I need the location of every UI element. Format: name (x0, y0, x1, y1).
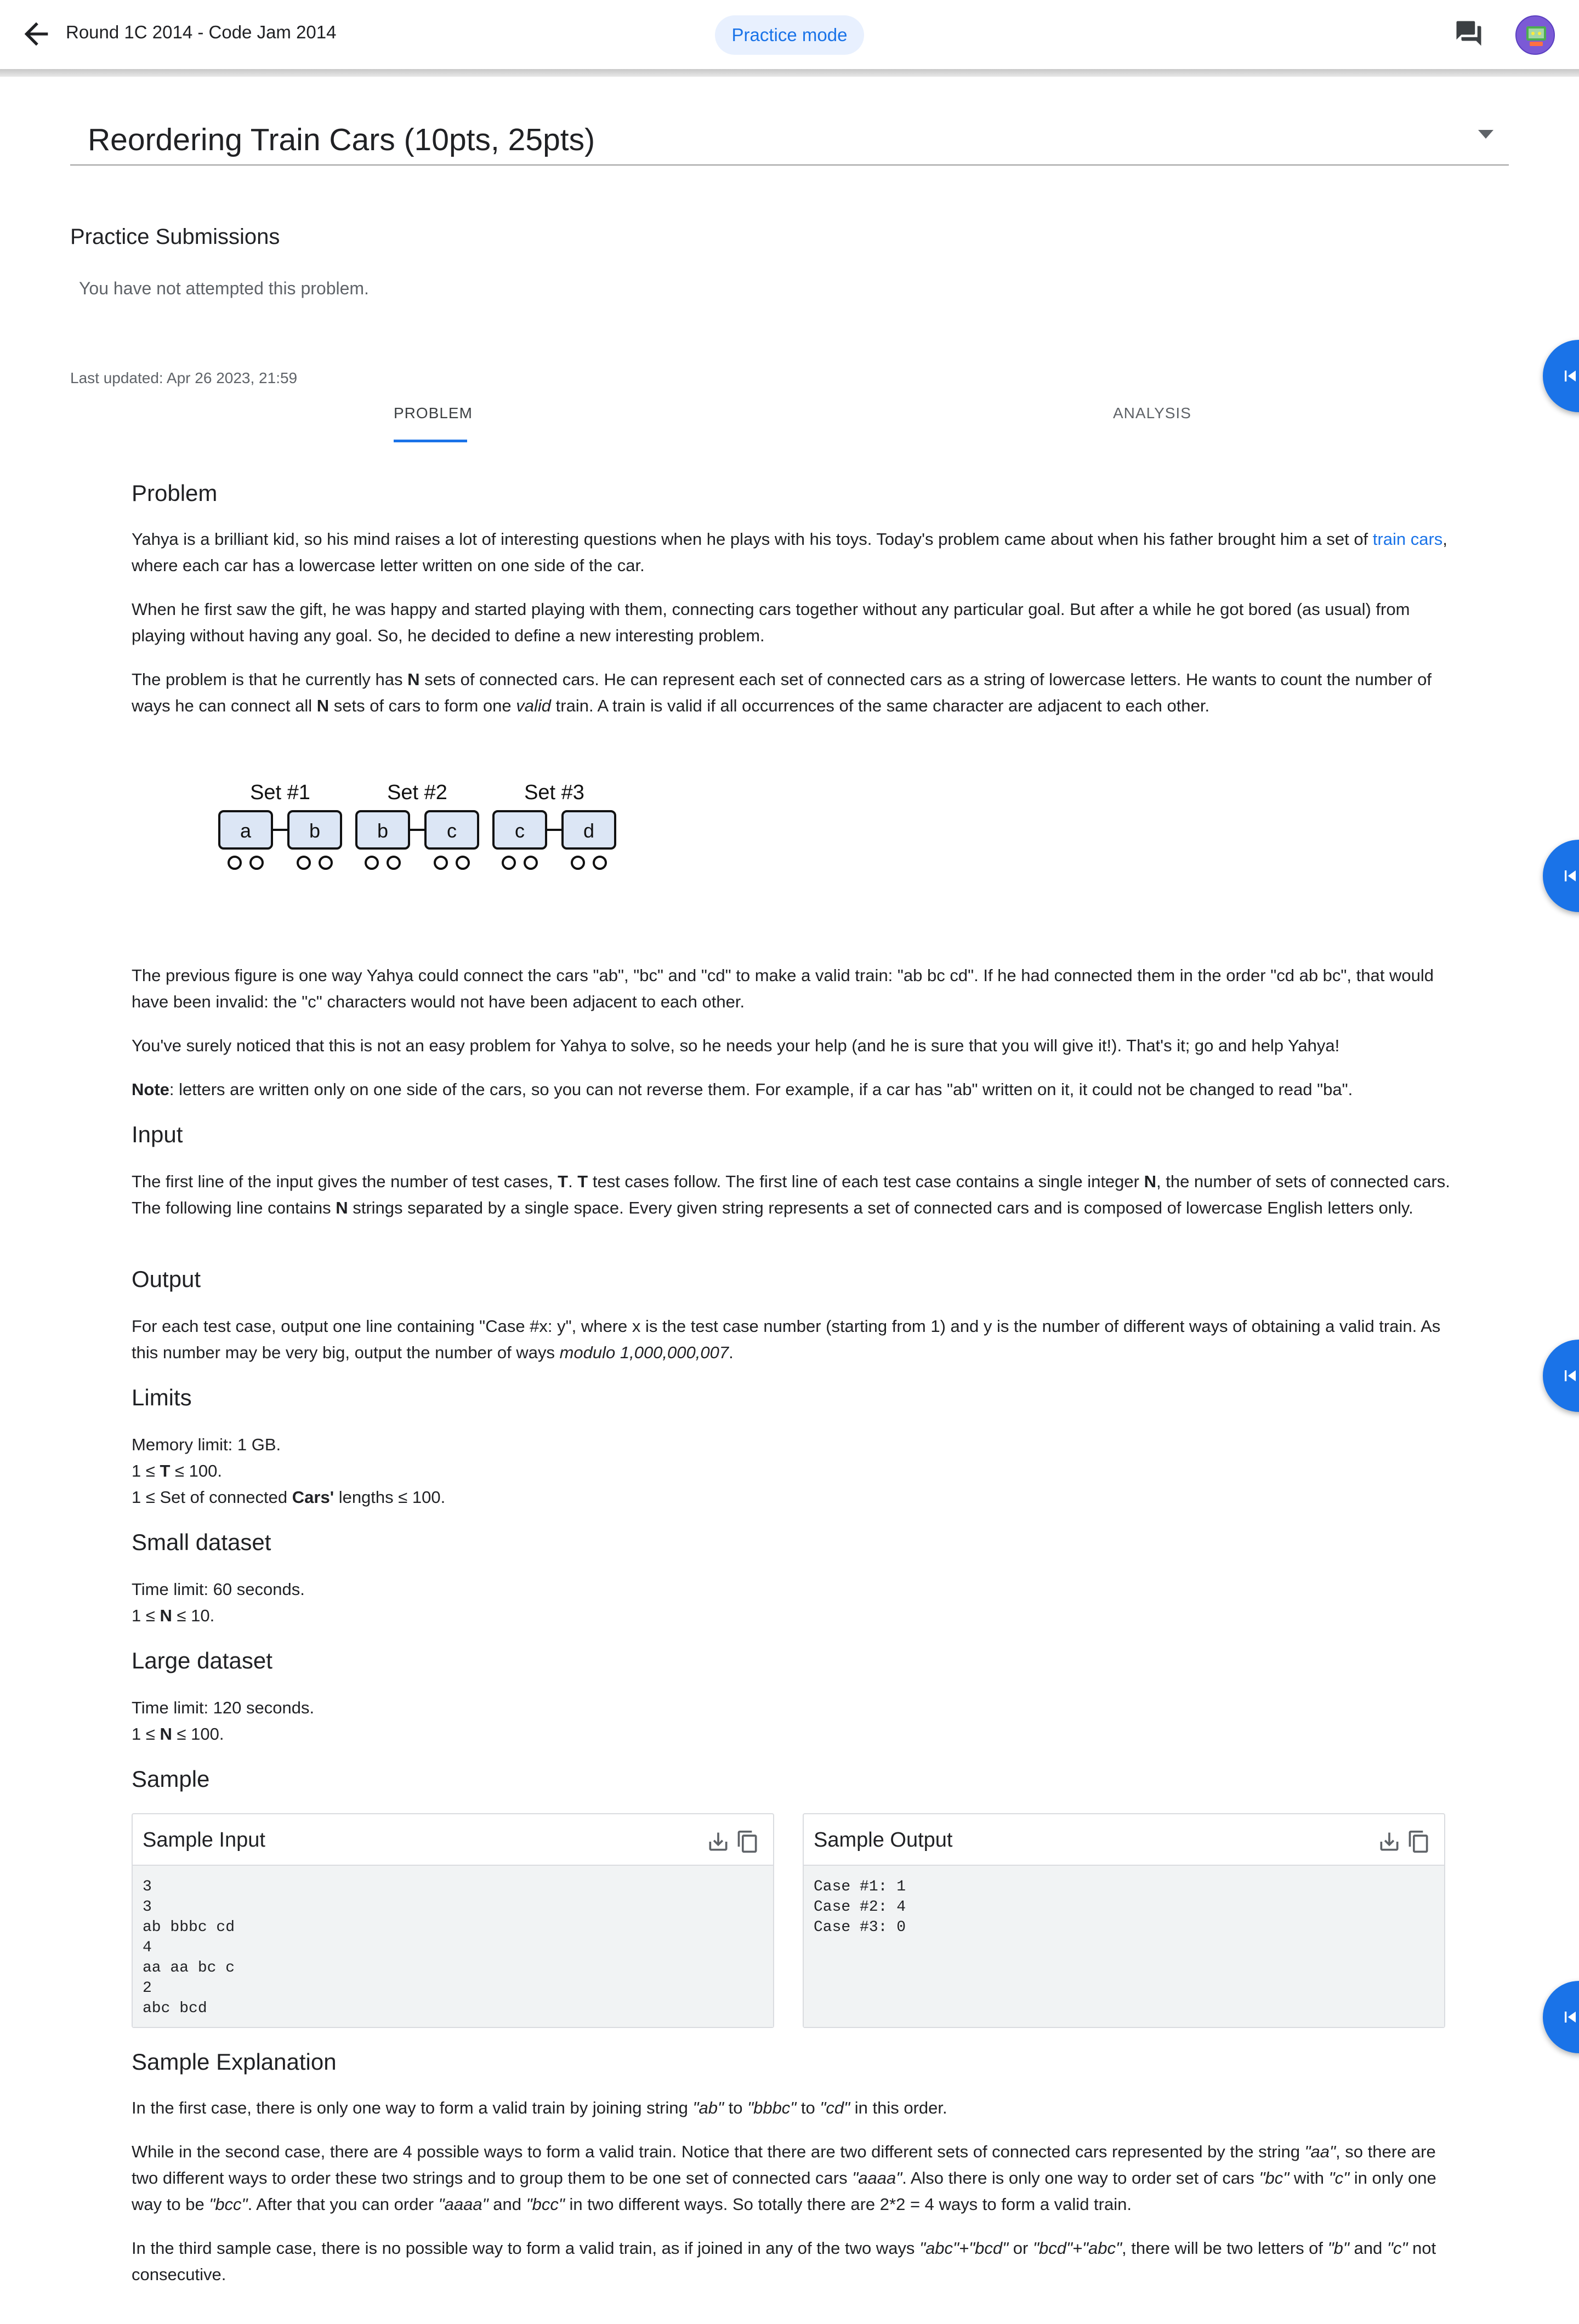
small-dataset-heading: Small dataset (132, 1529, 271, 1555)
sample-heading: Sample (132, 1766, 210, 1792)
sample-input-title: Sample Input (143, 1829, 265, 1852)
train-car: c (424, 810, 479, 870)
side-nav-button-4[interactable] (1543, 1981, 1579, 2053)
explanation-case-1: In the first case, there is only one way… (132, 2098, 947, 2117)
explanation-case-2: While in the second case, there are 4 po… (132, 2142, 1436, 2214)
input-paragraph: The first line of the input gives the nu… (132, 1172, 1450, 1217)
submissions-title: Practice Submissions (70, 225, 280, 249)
output-paragraph: For each test case, output one line cont… (132, 1317, 1441, 1362)
train-car: b (287, 810, 342, 870)
sample-output-title: Sample Output (814, 1829, 953, 1852)
sample-output-header: Sample Output (804, 1814, 1444, 1866)
problem-paragraph-1: Yahya is a brilliant kid, so his mind ra… (132, 529, 1447, 575)
wheel (249, 856, 264, 870)
car-letter: c (515, 819, 525, 842)
sample-input-body: 3 3 ab bbbc cd 4 aa aa bc c 2 abc bcd (133, 1866, 773, 2027)
sample-input-text[interactable]: 3 3 ab bbbc cd 4 aa aa bc c 2 abc bcd (143, 1877, 235, 2019)
train-cars-link[interactable]: train cars (1373, 529, 1442, 549)
download-icon[interactable] (706, 1830, 730, 1854)
side-nav-button-1[interactable] (1543, 340, 1579, 412)
limits-t: 1 ≤ T ≤ 100. (132, 1461, 222, 1480)
train-car: c (492, 810, 547, 870)
sample-input-box: Sample Input 3 3 ab bbbc cd 4 aa aa bc c… (132, 1813, 774, 2028)
wheel (434, 856, 448, 870)
wheel (502, 856, 516, 870)
train-car: a (218, 810, 273, 870)
car-letter: c (447, 819, 457, 842)
wheel (365, 856, 379, 870)
sample-explanation-heading: Sample Explanation (132, 2049, 337, 2075)
small-time-limit: Time limit: 60 seconds. (132, 1580, 305, 1599)
skip-previous-icon (1565, 1370, 1576, 1381)
breadcrumb[interactable]: Round 1C 2014 - Code Jam 2014 (66, 22, 337, 43)
train-car: d (561, 810, 616, 870)
dropdown-arrow-icon[interactable] (1478, 129, 1493, 139)
last-updated: Last updated: Apr 26 2023, 21:59 (70, 369, 298, 386)
sample-input-header: Sample Input (133, 1814, 773, 1866)
output-heading: Output (132, 1266, 201, 1292)
car-letter: b (309, 819, 320, 842)
large-time-limit: Time limit: 120 seconds. (132, 1698, 315, 1717)
download-icon[interactable] (1377, 1830, 1401, 1854)
skip-previous-icon (1565, 870, 1576, 881)
back-button[interactable] (19, 16, 54, 52)
wheel (524, 856, 538, 870)
explanation-case-3: In the third sample case, there is no po… (132, 2238, 1436, 2284)
side-nav-button-2[interactable] (1543, 840, 1579, 912)
train-car: b (355, 810, 410, 870)
submissions-note: You have not attempted this problem. (79, 278, 369, 298)
select-underline (70, 164, 1509, 166)
wheel (456, 856, 470, 870)
car-letter: d (583, 819, 594, 842)
app-bar-shadow (0, 69, 1579, 77)
problem-paragraph-4: The previous figure is one way Yahya cou… (132, 966, 1434, 1011)
large-dataset-heading: Large dataset (132, 1648, 272, 1673)
top-app-bar: Round 1C 2014 - Code Jam 2014 Practice m… (0, 0, 1579, 69)
problem-note: Note: letters are written only on one si… (132, 1080, 1353, 1099)
wheel (319, 856, 333, 870)
sample-output-box: Sample Output Case #1: 1 Case #2: 4 Case… (803, 1813, 1445, 2028)
wheel (593, 856, 607, 870)
tab-problem[interactable]: PROBLEM (394, 405, 473, 422)
copy-icon[interactable] (736, 1829, 760, 1855)
skip-previous-icon (1565, 371, 1576, 381)
set-label: Set #3 (524, 781, 584, 804)
problem-paragraph-3: The problem is that he currently has N s… (132, 670, 1432, 715)
side-nav-button-3[interactable] (1543, 1340, 1579, 1412)
train-cars-figure: Set #1 Set #2 Set #3 a b b c c d (218, 781, 616, 870)
problem-select-value[interactable]: Reordering Train Cars (10pts, 25pts) (88, 122, 595, 158)
wheel (571, 856, 585, 870)
sample-output-body: Case #1: 1 Case #2: 4 Case #3: 0 (804, 1866, 1444, 2027)
arrow-back-icon (24, 22, 48, 46)
forum-icon[interactable] (1454, 19, 1484, 48)
problem-heading: Problem (132, 480, 218, 506)
tab-analysis[interactable]: ANALYSIS (1113, 405, 1191, 422)
problem-paragraph-2: When he first saw the gift, he was happy… (132, 600, 1410, 645)
small-n-limit: 1 ≤ N ≤ 10. (132, 1606, 215, 1625)
practice-mode-chip[interactable]: Practice mode (715, 15, 864, 55)
limits-memory: Memory limit: 1 GB. (132, 1435, 281, 1454)
sample-output-text[interactable]: Case #1: 1 Case #2: 4 Case #3: 0 (814, 1877, 906, 1938)
set-label: Set #1 (250, 781, 310, 804)
copy-icon[interactable] (1407, 1829, 1431, 1855)
large-n-limit: 1 ≤ N ≤ 100. (132, 1724, 224, 1744)
input-heading: Input (132, 1121, 183, 1147)
active-tab-indicator (394, 440, 467, 442)
limits-heading: Limits (132, 1385, 192, 1410)
problem-paragraph-5: You've surely noticed that this is not a… (132, 1036, 1340, 1055)
car-letter: b (377, 819, 388, 842)
skip-previous-icon (1565, 2012, 1576, 2023)
wheel (387, 856, 401, 870)
car-letter: a (240, 819, 252, 842)
set-label: Set #2 (387, 781, 447, 804)
wheel (228, 856, 242, 870)
wheel (297, 856, 311, 870)
limits-cars: 1 ≤ Set of connected Cars' lengths ≤ 100… (132, 1488, 446, 1507)
avatar[interactable] (1515, 15, 1555, 55)
